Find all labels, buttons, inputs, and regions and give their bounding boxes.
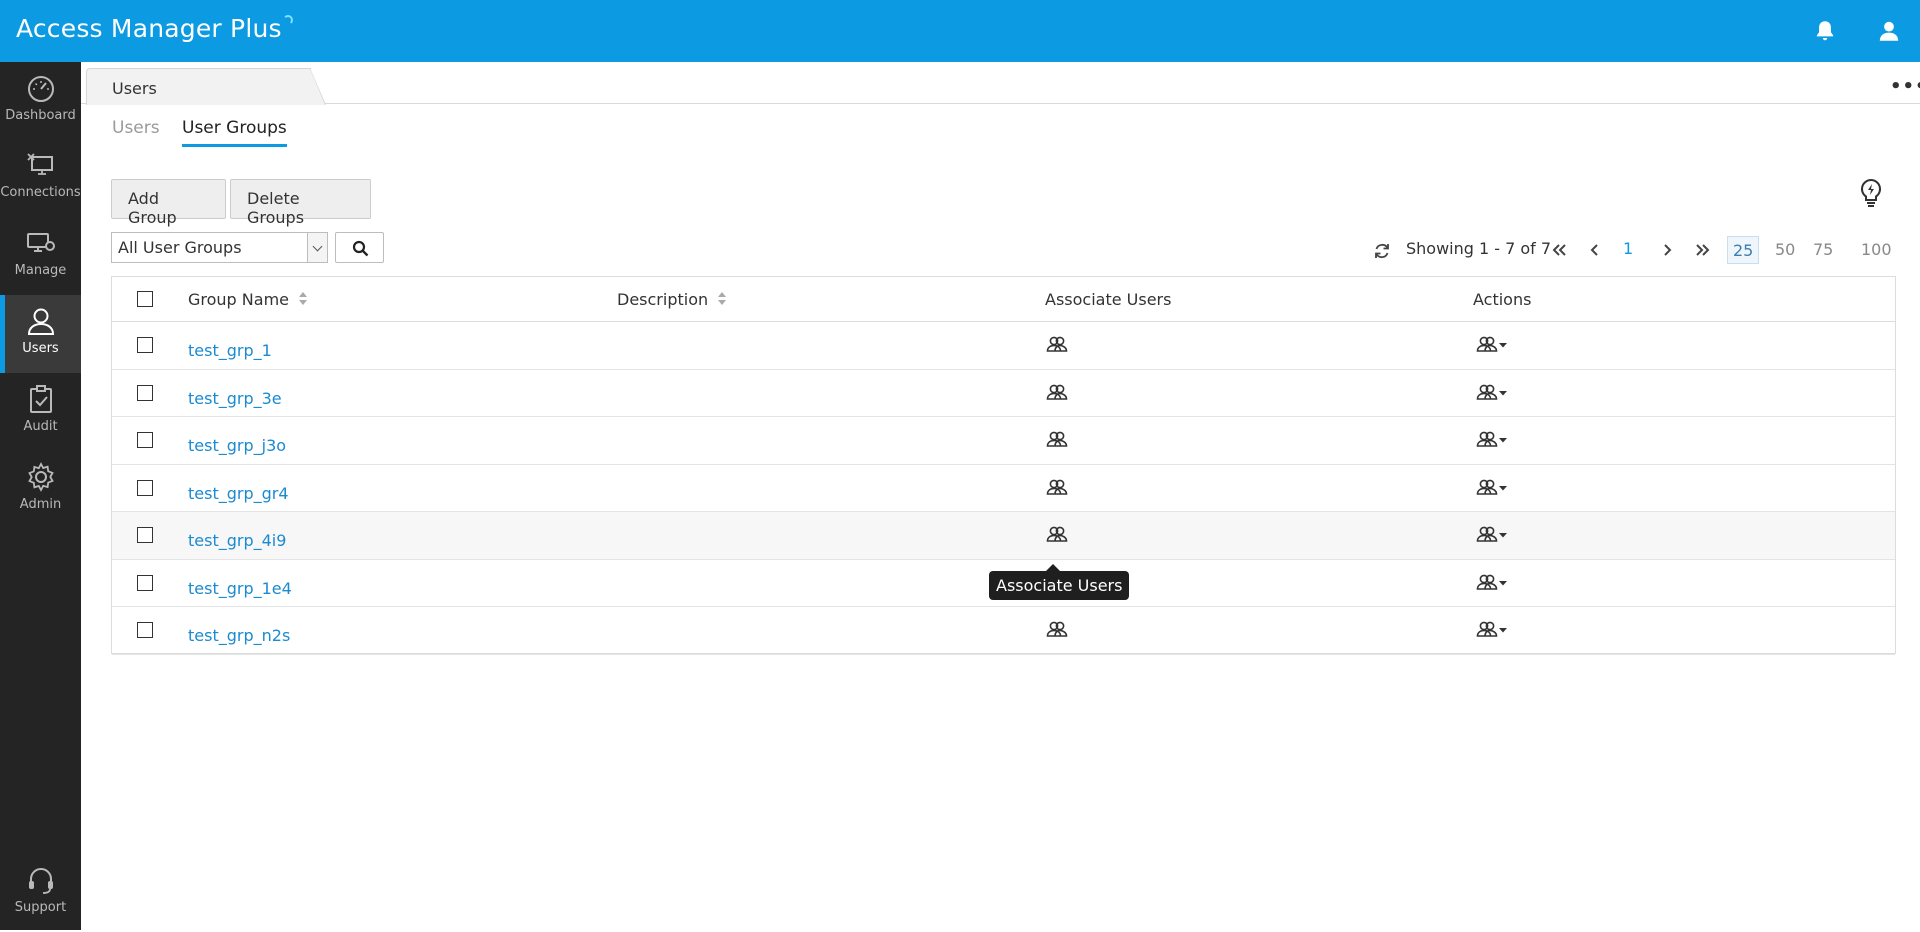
tab-user-groups[interactable]: User Groups <box>182 118 287 147</box>
associate-users-icon[interactable] <box>1046 430 1068 448</box>
sort-icon[interactable] <box>718 292 727 306</box>
group-filter-value: All User Groups <box>118 238 242 257</box>
column-header-associate-users: Associate Users <box>1045 290 1172 309</box>
group-actions-dropdown-icon[interactable] <box>1476 478 1508 496</box>
group-actions-dropdown-icon[interactable] <box>1476 430 1508 448</box>
delete-groups-button[interactable]: Delete Groups <box>230 179 371 227</box>
group-actions-dropdown-icon[interactable] <box>1476 573 1508 591</box>
sidebar-item-label: Admin <box>19 497 62 512</box>
table-row[interactable]: test_grp_4i9 <box>112 512 1895 560</box>
refresh-icon[interactable] <box>1372 241 1392 261</box>
user-profile-icon[interactable] <box>1876 18 1902 44</box>
page-tab-label: Users <box>112 79 157 98</box>
add-group-button[interactable]: Add Group <box>111 179 226 227</box>
sidebar-item-audit[interactable]: Audit <box>0 373 81 451</box>
last-page-icon[interactable] <box>1694 241 1712 259</box>
gear-icon <box>27 462 54 492</box>
associate-users-icon[interactable] <box>1046 620 1068 638</box>
sidebar-item-label: Support <box>14 900 67 915</box>
top-bar: Access Manager Plus <box>0 0 1920 62</box>
clipboard-check-icon <box>29 385 52 413</box>
table-row[interactable]: test_grp_j3o <box>112 417 1895 465</box>
column-header-label: Description <box>617 290 709 309</box>
next-page-icon[interactable] <box>1658 241 1676 259</box>
lightbulb-tip-icon[interactable] <box>1858 178 1884 208</box>
group-name-link[interactable]: test_grp_4i9 <box>188 531 286 550</box>
table-row[interactable]: test_grp_n2s <box>112 607 1895 655</box>
first-page-icon[interactable] <box>1550 241 1568 259</box>
tab-users[interactable]: Users <box>112 118 160 138</box>
page-tab-strip: Users <box>81 62 1920 105</box>
associate-users-tooltip: Associate Users <box>989 564 1130 600</box>
row-checkbox[interactable] <box>137 622 153 638</box>
group-actions-dropdown-icon[interactable] <box>1476 620 1508 638</box>
chevron-down-icon[interactable] <box>307 233 327 262</box>
sidebar-item-label: Dashboard <box>5 108 76 123</box>
sidebar-item-dashboard[interactable]: Dashboard <box>0 62 81 140</box>
group-name-link[interactable]: test_grp_1e4 <box>188 579 292 598</box>
column-header-description[interactable]: Description <box>617 290 727 309</box>
column-header-label: Group Name <box>188 290 289 309</box>
connections-monitor-icon <box>26 153 53 175</box>
logo-swirl-icon <box>282 15 293 25</box>
search-icon <box>352 240 369 257</box>
sidebar-item-label: Connections <box>0 185 81 200</box>
group-name-link[interactable]: test_grp_1 <box>188 341 272 360</box>
manage-computer-gear-icon <box>26 233 55 252</box>
group-actions-dropdown-icon[interactable] <box>1476 525 1508 543</box>
sidebar-item-manage[interactable]: Manage <box>0 217 81 295</box>
page-size-100[interactable]: 100 <box>1856 236 1897 264</box>
table-header: Group Name Description Associate Users A… <box>112 277 1895 322</box>
table-row[interactable]: test_grp_gr4 <box>112 465 1895 512</box>
more-options-icon[interactable]: ••• <box>1890 76 1920 97</box>
group-actions-dropdown-icon[interactable] <box>1476 335 1508 353</box>
current-page-number[interactable]: 1 <box>1623 239 1633 258</box>
select-all-checkbox[interactable] <box>137 291 153 307</box>
row-checkbox[interactable] <box>137 574 153 591</box>
app-logo[interactable]: Access Manager Plus <box>16 14 293 43</box>
row-checkbox[interactable] <box>137 479 153 496</box>
associate-users-icon[interactable] <box>1046 335 1068 353</box>
sidebar-item-admin[interactable]: Admin <box>0 451 81 529</box>
group-name-link[interactable]: test_grp_gr4 <box>188 484 289 503</box>
sort-icon[interactable] <box>299 292 307 306</box>
row-checkbox[interactable] <box>137 527 153 543</box>
user-icon <box>27 308 54 335</box>
app-title: Access Manager Plus <box>16 14 282 43</box>
table-row[interactable]: test_grp_1 <box>112 322 1895 370</box>
row-checkbox[interactable] <box>137 432 153 448</box>
sidebar-item-label: Audit <box>23 419 58 434</box>
sidebar-item-label: Users <box>22 341 59 356</box>
page-tab-users[interactable]: Users <box>86 68 326 105</box>
group-name-link[interactable]: test_grp_n2s <box>188 626 290 645</box>
row-checkbox[interactable] <box>137 384 153 401</box>
sidebar-item-support[interactable]: Support <box>0 854 81 932</box>
previous-page-icon[interactable] <box>1586 241 1604 259</box>
group-name-link[interactable]: test_grp_j3o <box>188 436 286 455</box>
bell-icon[interactable] <box>1812 18 1838 44</box>
group-filter-select[interactable]: All User Groups <box>111 232 328 263</box>
sidebar-item-connections[interactable]: Connections <box>0 139 81 217</box>
sidebar: Dashboard Connections Manage Users Audit… <box>0 62 81 930</box>
group-actions-dropdown-icon[interactable] <box>1476 383 1508 401</box>
sidebar-item-users[interactable]: Users <box>0 295 81 373</box>
table-row[interactable]: test_grp_3e <box>112 370 1895 417</box>
search-button[interactable] <box>335 232 384 263</box>
column-header-group-name[interactable]: Group Name <box>188 290 307 309</box>
associate-users-icon[interactable] <box>1046 383 1068 401</box>
page-size-25[interactable]: 25 <box>1727 236 1760 264</box>
headset-icon <box>28 868 53 894</box>
page-size-50[interactable]: 50 <box>1770 236 1800 264</box>
pagination-summary: Showing 1 - 7 of 7 <box>1406 239 1552 258</box>
group-name-link[interactable]: test_grp_3e <box>188 389 282 408</box>
column-header-actions: Actions <box>1473 290 1532 309</box>
page-size-75[interactable]: 75 <box>1808 236 1838 264</box>
sidebar-item-label: Manage <box>14 263 67 278</box>
row-checkbox[interactable] <box>137 337 153 353</box>
associate-users-icon[interactable] <box>1046 525 1068 543</box>
associate-users-icon[interactable] <box>1046 478 1068 496</box>
dashboard-gauge-icon <box>27 76 54 102</box>
